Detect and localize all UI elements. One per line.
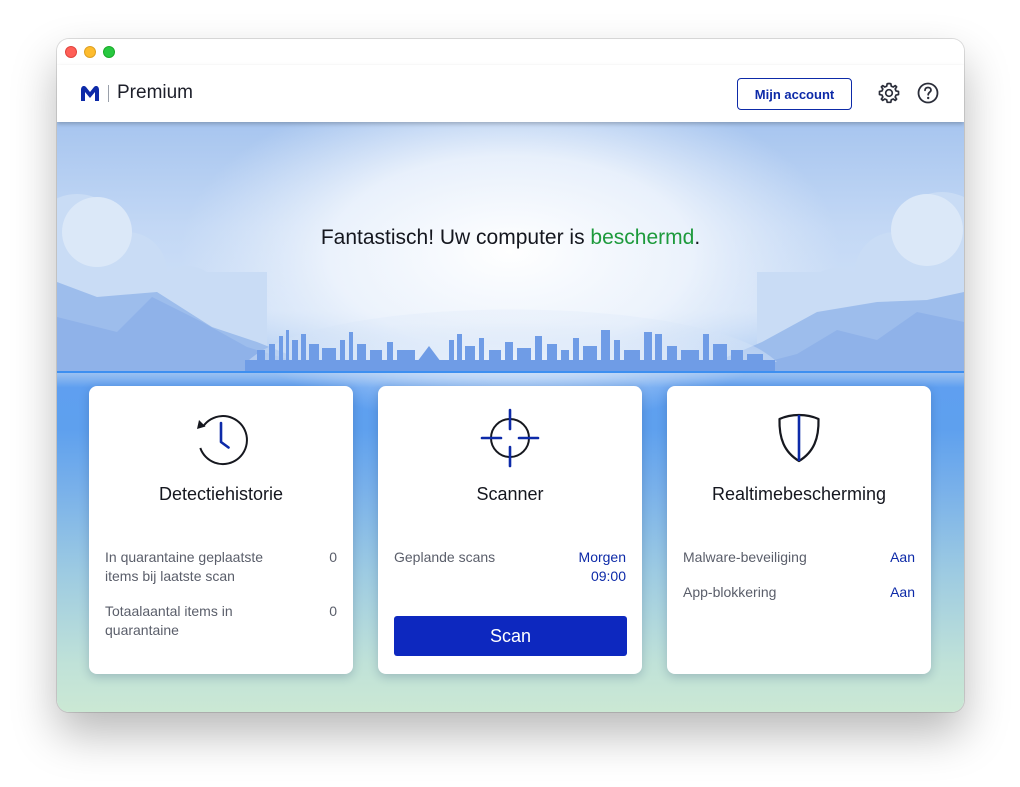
status-title-protected: beschermd xyxy=(590,226,695,249)
help-circle-icon[interactable] xyxy=(916,81,940,105)
history-clock-icon xyxy=(197,415,248,466)
zoom-window-button[interactable] xyxy=(103,46,115,58)
detection-history-card[interactable]: Detectiehistorie In quarantaine geplaats… xyxy=(89,386,353,674)
scheduled-scans-value[interactable]: Morgen 09:00 xyxy=(556,548,626,586)
logo-divider xyxy=(108,85,109,102)
status-title-prefix: Fantastisch! Uw computer is xyxy=(320,226,591,249)
total-quarantined-value: 0 xyxy=(329,603,337,619)
close-window-button[interactable] xyxy=(65,46,77,58)
shield-icon xyxy=(778,413,820,463)
app-header: Premium Mijn account xyxy=(57,65,964,122)
realtime-protection-title: Realtimebescherming xyxy=(711,484,887,504)
crosshair-icon xyxy=(480,408,540,468)
realtime-protection-card[interactable]: Realtimebescherming Malware-beveiliging … xyxy=(667,386,931,674)
scanner-card[interactable]: Scanner Geplande scans Morgen 09:00 Scan xyxy=(378,386,642,674)
app-blocking-label: App-blokkering xyxy=(683,584,777,600)
quarantined-last-scan-label: In quarantaine geplaatste items bij laat… xyxy=(105,549,264,584)
quarantined-last-scan-value: 0 xyxy=(329,549,337,565)
product-name: Premium xyxy=(117,82,194,103)
malware-protection-label: Malware-beveiliging xyxy=(683,549,807,565)
protection-status-title: Fantastisch! Uw computer is beschermd. xyxy=(57,226,964,250)
app-blocking-value[interactable]: Aan xyxy=(890,583,915,602)
app-window: Premium Mijn account Fantastisch! Uw com… xyxy=(57,39,964,712)
scanner-title: Scanner xyxy=(476,484,544,504)
gear-icon[interactable] xyxy=(877,81,901,105)
minimize-window-button[interactable] xyxy=(84,46,96,58)
malware-protection-value[interactable]: Aan xyxy=(890,548,915,567)
malwarebytes-logo-icon xyxy=(81,86,99,101)
detection-history-title: Detectiehistorie xyxy=(158,484,284,504)
title-bar xyxy=(57,39,964,65)
scan-button[interactable]: Scan xyxy=(394,616,627,656)
status-hero: Fantastisch! Uw computer is beschermd. D… xyxy=(57,122,964,712)
my-account-button[interactable]: Mijn account xyxy=(737,78,852,110)
total-quarantined-label: Totaalaantal items in quarantaine xyxy=(105,603,233,638)
status-title-suffix: . xyxy=(694,226,701,249)
